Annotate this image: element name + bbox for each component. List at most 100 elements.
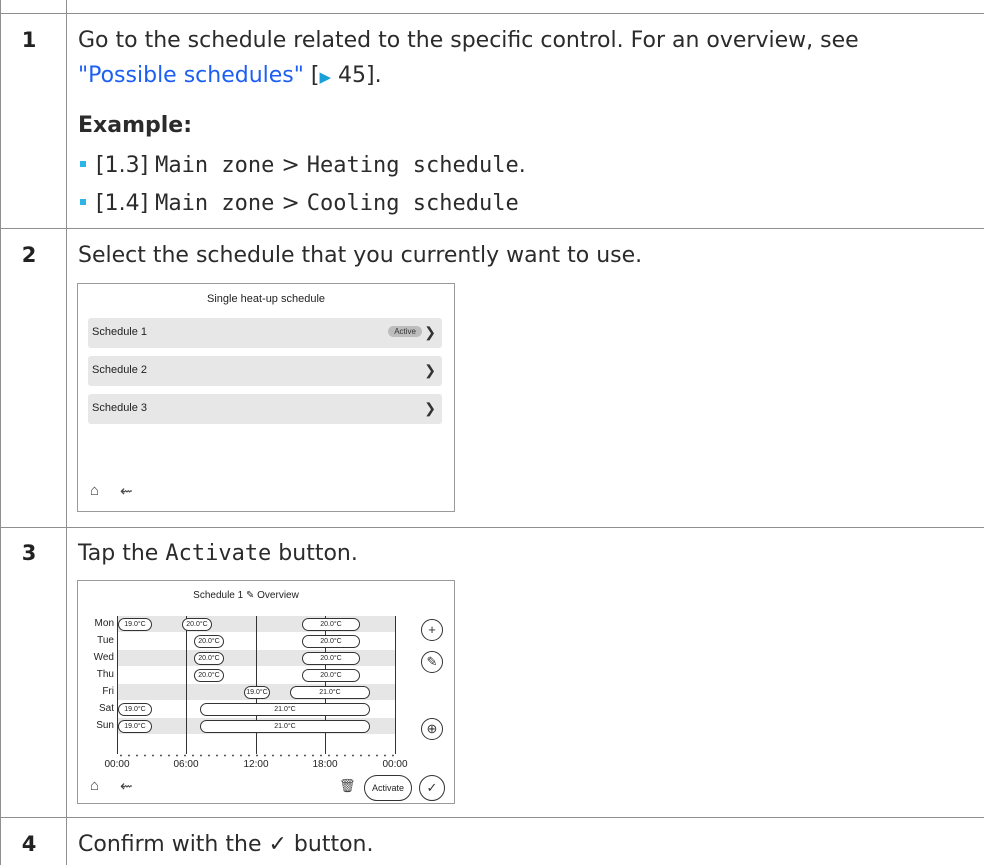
time-label: 12:00	[243, 759, 269, 770]
bullet-item: [1.3] Main zone > Heating schedule.	[78, 150, 526, 182]
temperature-pill[interactable]: 20.0°C	[302, 669, 360, 682]
schedule-label: Schedule 2	[92, 364, 148, 376]
time-marker	[186, 616, 187, 754]
table-border-top	[0, 13, 984, 14]
back-icon[interactable]: ⇜	[120, 777, 133, 795]
possible-schedules-link[interactable]: "Possible schedules"	[78, 63, 304, 88]
step-4-before: Confirm with the	[78, 832, 269, 857]
back-icon[interactable]: ⇜	[120, 482, 133, 500]
step-3-after: button.	[271, 541, 358, 566]
day-label: Thu	[96, 669, 114, 680]
time-label: 06:00	[173, 759, 199, 770]
day-label: Wed	[93, 652, 114, 663]
day-label: Sun	[96, 720, 114, 731]
bullet-item: [1.4] Main zone > Cooling schedule	[78, 188, 519, 220]
bullet-end: .	[518, 153, 526, 178]
chevron-right-icon: ❯	[424, 362, 436, 378]
schedule-name: Cooling schedule	[306, 191, 519, 216]
step-1-instruction: Go to the schedule related to the specif…	[78, 28, 859, 53]
schedule-overview-screen: Schedule 1 ✎ Overview Mon Tue Wed Thu Fr…	[77, 580, 455, 804]
step-number: 4	[21, 832, 37, 856]
temperature-pill[interactable]: 21.0°C	[200, 720, 370, 733]
ref-page: 45	[331, 63, 367, 88]
zoom-icon[interactable]: ⊕	[421, 718, 443, 740]
step-1-reference: "Possible schedules" [▶ 45].	[78, 60, 382, 93]
temperature-pill[interactable]: 19.0°C	[118, 703, 152, 716]
schedule-label: Schedule 1	[92, 326, 148, 338]
activate-code: Activate	[165, 541, 272, 566]
temperature-pill[interactable]: 21.0°C	[290, 686, 370, 699]
overview-label: Overview	[257, 590, 299, 601]
zone-name: Main zone	[155, 191, 275, 216]
time-label: 18:00	[312, 759, 338, 770]
menu-ref: [1.3]	[96, 153, 149, 178]
column-divider	[66, 0, 67, 865]
time-marker	[256, 616, 257, 754]
temperature-pill[interactable]: 21.0°C	[200, 703, 370, 716]
home-icon[interactable]: ⌂	[90, 777, 99, 794]
step-number: 3	[21, 541, 37, 565]
add-icon[interactable]: +	[421, 619, 443, 641]
step-2-text: Select the schedule that you currently w…	[78, 243, 643, 268]
activate-button[interactable]: Activate	[364, 775, 412, 801]
temperature-pill[interactable]: 19.0°C	[118, 720, 152, 733]
separator: >	[274, 191, 307, 216]
step-number: 2	[21, 243, 37, 267]
screen-title: Schedule 1 ✎ Overview	[78, 590, 414, 601]
separator: >	[274, 153, 307, 178]
temperature-pill[interactable]: 19.0°C	[118, 618, 152, 631]
bullet-icon	[80, 161, 86, 167]
row-divider-1	[0, 228, 984, 229]
temperature-pill[interactable]: 20.0°C	[302, 652, 360, 665]
temperature-pill[interactable]: 20.0°C	[194, 635, 224, 648]
row-divider-2	[0, 527, 984, 528]
time-label: 00:00	[382, 759, 408, 770]
bullet-icon	[80, 199, 86, 205]
active-badge: Active	[388, 326, 422, 337]
schedule-name: Schedule 1	[193, 590, 244, 601]
step-number: 1	[21, 28, 37, 52]
schedule-row[interactable]: Schedule 2 ❯	[88, 356, 442, 386]
row-divider-3	[0, 817, 984, 818]
edit-icon[interactable]: ✎	[421, 651, 443, 673]
step-4-text: Confirm with the ✓ button.	[78, 829, 373, 861]
chevron-right-icon: ❯	[424, 400, 436, 416]
schedule-label: Schedule 3	[92, 402, 148, 414]
home-icon[interactable]: ⌂	[90, 482, 99, 499]
temperature-pill[interactable]: 20.0°C	[182, 618, 212, 631]
time-label: 00:00	[104, 759, 130, 770]
time-marker	[395, 616, 396, 754]
step-1-text: Go to the schedule related to the specif…	[78, 25, 859, 57]
step-4-after: button.	[286, 832, 374, 857]
day-label: Tue	[97, 635, 114, 646]
chevron-right-icon: ❯	[424, 324, 436, 340]
confirm-check-icon[interactable]: ✓	[419, 775, 445, 801]
day-label: Mon	[94, 618, 114, 629]
day-label: Sat	[98, 703, 114, 714]
screen-title: Single heat-up schedule	[206, 293, 326, 305]
time-marker	[117, 616, 118, 754]
schedule-list-screen: Single heat-up schedule Schedule 1 Activ…	[77, 283, 455, 512]
menu-ref: [1.4]	[96, 191, 149, 216]
page-arrow-icon: ▶	[319, 68, 332, 86]
schedule-row[interactable]: Schedule 3 ❯	[88, 394, 442, 424]
table-border-left	[0, 0, 1, 865]
day-label: Fri	[102, 686, 114, 697]
temperature-pill[interactable]: 20.0°C	[194, 652, 224, 665]
zone-name: Main zone	[155, 153, 275, 178]
trash-icon[interactable]: 🗑	[339, 778, 356, 794]
temperature-pill[interactable]: 20.0°C	[194, 669, 224, 682]
step-3-text: Tap the Activate button.	[78, 538, 358, 570]
check-icon: ✓	[268, 832, 287, 857]
ref-open: [	[303, 63, 320, 88]
pencil-icon[interactable]: ✎	[246, 590, 254, 601]
example-label: Example:	[78, 113, 192, 138]
step-3-before: Tap the	[78, 541, 166, 566]
ref-close: ].	[366, 63, 382, 88]
time-axis-dots	[117, 754, 395, 757]
temperature-pill[interactable]: 20.0°C	[302, 618, 360, 631]
schedule-name: Heating schedule	[306, 153, 519, 178]
schedule-row[interactable]: Schedule 1 Active ❯	[88, 318, 442, 348]
temperature-pill[interactable]: 20.0°C	[302, 635, 360, 648]
temperature-pill[interactable]: 19.0°C	[244, 686, 270, 699]
